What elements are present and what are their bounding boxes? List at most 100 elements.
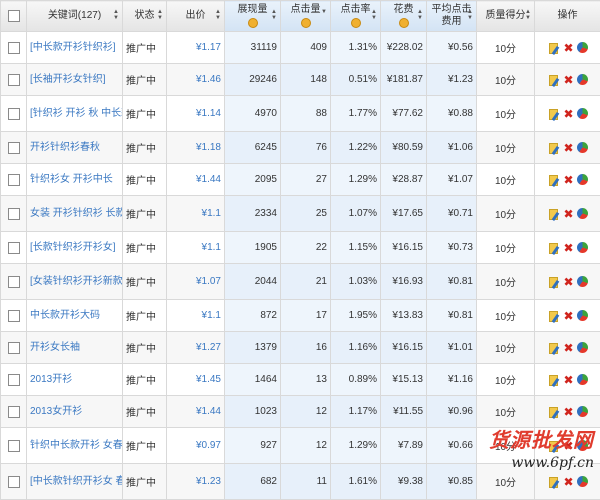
report-chart-icon[interactable] [577, 374, 588, 385]
sort-arrows-icon[interactable]: ▲▼ [271, 9, 277, 21]
report-chart-icon[interactable] [577, 108, 588, 119]
edit-pencil-icon[interactable] [548, 440, 561, 452]
bid-cell[interactable]: ¥1.46 [167, 64, 225, 96]
col-quality[interactable]: 质量得分 ▲▼ [477, 1, 535, 32]
row-checkbox[interactable] [1, 164, 27, 196]
keyword-link[interactable]: [长款针织衫开衫女] [30, 242, 116, 253]
row-checkbox[interactable] [1, 300, 27, 332]
bid-cell[interactable]: ¥1.44 [167, 164, 225, 196]
edit-pencil-icon[interactable] [548, 476, 561, 488]
report-chart-icon[interactable] [577, 342, 588, 353]
help-circle-icon[interactable] [351, 18, 361, 28]
edit-pencil-icon[interactable] [548, 74, 561, 86]
col-bid[interactable]: 出价 ▲▼ [167, 1, 225, 32]
bid-cell[interactable]: ¥1.23 [167, 464, 225, 500]
sort-arrows-icon[interactable]: ▲▼ [157, 9, 163, 21]
delete-x-icon[interactable]: ✖ [563, 342, 575, 354]
row-checkbox[interactable] [1, 64, 27, 96]
select-all-checkbox[interactable] [1, 1, 27, 32]
delete-x-icon[interactable]: ✖ [563, 310, 575, 322]
report-chart-icon[interactable] [577, 406, 588, 417]
help-circle-icon[interactable] [301, 18, 311, 28]
keyword-link[interactable]: [女装针织衫开衫新款] [30, 276, 123, 287]
keyword-link[interactable]: [中长款开衫针织衫] [30, 42, 116, 53]
report-chart-icon[interactable] [577, 174, 588, 185]
keyword-link[interactable]: [针织衫 开衫 秋 中长款] [30, 108, 123, 119]
col-avg-cpc[interactable]: 平均点击费用 ▲▼ [427, 1, 477, 32]
sort-arrows-icon[interactable]: ▲▼ [215, 9, 221, 21]
bid-cell[interactable]: ¥1.07 [167, 264, 225, 300]
sort-down-icon[interactable]: ▼ [321, 9, 327, 15]
bid-cell[interactable]: ¥0.97 [167, 428, 225, 464]
col-status[interactable]: 状态 ▲▼ [123, 1, 167, 32]
edit-pencil-icon[interactable] [548, 342, 561, 354]
sort-arrows-icon[interactable]: ▲▼ [525, 9, 531, 21]
delete-x-icon[interactable]: ✖ [563, 242, 575, 254]
delete-x-icon[interactable]: ✖ [563, 476, 575, 488]
col-impressions[interactable]: 展现量 ▲▼ [225, 1, 281, 32]
col-cost[interactable]: 花费 ▲▼ [381, 1, 427, 32]
delete-x-icon[interactable]: ✖ [563, 174, 575, 186]
delete-x-icon[interactable]: ✖ [563, 440, 575, 452]
row-checkbox[interactable] [1, 332, 27, 364]
bid-cell[interactable]: ¥1.27 [167, 332, 225, 364]
col-clicks[interactable]: 点击量 ▼ [281, 1, 331, 32]
row-checkbox[interactable] [1, 132, 27, 164]
keyword-link[interactable]: [长袖开衫女针织] [30, 74, 106, 85]
delete-x-icon[interactable]: ✖ [563, 208, 575, 220]
report-chart-icon[interactable] [577, 440, 588, 451]
keyword-link[interactable]: 开衫女长袖 [30, 342, 80, 353]
delete-x-icon[interactable]: ✖ [563, 74, 575, 86]
report-chart-icon[interactable] [577, 142, 588, 153]
keyword-link[interactable]: 2013开衫 [30, 374, 72, 385]
delete-x-icon[interactable]: ✖ [563, 406, 575, 418]
bid-cell[interactable]: ¥1.14 [167, 96, 225, 132]
col-keyword[interactable]: 关键词(127) ▲▼ [27, 1, 123, 32]
row-checkbox[interactable] [1, 232, 27, 264]
sort-arrows-icon[interactable]: ▲▼ [371, 9, 377, 21]
edit-pencil-icon[interactable] [548, 42, 561, 54]
row-checkbox[interactable] [1, 264, 27, 300]
report-chart-icon[interactable] [577, 208, 588, 219]
row-checkbox[interactable] [1, 32, 27, 64]
report-chart-icon[interactable] [577, 276, 588, 287]
row-checkbox[interactable] [1, 96, 27, 132]
bid-cell[interactable]: ¥1.1 [167, 232, 225, 264]
col-ctr[interactable]: 点击率 ▲▼ [331, 1, 381, 32]
edit-pencil-icon[interactable] [548, 208, 561, 220]
bid-cell[interactable]: ¥1.45 [167, 364, 225, 396]
bid-cell[interactable]: ¥1.18 [167, 132, 225, 164]
report-chart-icon[interactable] [577, 476, 588, 487]
edit-pencil-icon[interactable] [548, 242, 561, 254]
sort-arrows-icon[interactable]: ▲▼ [417, 9, 423, 21]
edit-pencil-icon[interactable] [548, 108, 561, 120]
delete-x-icon[interactable]: ✖ [563, 42, 575, 54]
bid-cell[interactable]: ¥1.44 [167, 396, 225, 428]
edit-pencil-icon[interactable] [548, 310, 561, 322]
sort-arrows-icon[interactable]: ▲▼ [113, 9, 119, 21]
keyword-link[interactable]: 开衫针织衫春秋 [30, 142, 100, 153]
delete-x-icon[interactable]: ✖ [563, 108, 575, 120]
edit-pencil-icon[interactable] [548, 276, 561, 288]
report-chart-icon[interactable] [577, 42, 588, 53]
report-chart-icon[interactable] [577, 74, 588, 85]
row-checkbox[interactable] [1, 396, 27, 428]
row-checkbox[interactable] [1, 464, 27, 500]
help-circle-icon[interactable] [399, 18, 409, 28]
keyword-link[interactable]: 针织中长款开衫 女春秋 [30, 440, 123, 451]
delete-x-icon[interactable]: ✖ [563, 142, 575, 154]
bid-cell[interactable]: ¥1.17 [167, 32, 225, 64]
bid-cell[interactable]: ¥1.1 [167, 196, 225, 232]
delete-x-icon[interactable]: ✖ [563, 276, 575, 288]
bid-cell[interactable]: ¥1.1 [167, 300, 225, 332]
edit-pencil-icon[interactable] [548, 374, 561, 386]
keyword-link[interactable]: 中长款开衫大码 [30, 310, 100, 321]
row-checkbox[interactable] [1, 364, 27, 396]
edit-pencil-icon[interactable] [548, 174, 561, 186]
edit-pencil-icon[interactable] [548, 406, 561, 418]
delete-x-icon[interactable]: ✖ [563, 374, 575, 386]
keyword-link[interactable]: [中长款针织开衫女 春秋] [30, 476, 123, 487]
row-checkbox[interactable] [1, 428, 27, 464]
keyword-link[interactable]: 2013女开衫 [30, 406, 82, 417]
report-chart-icon[interactable] [577, 310, 588, 321]
